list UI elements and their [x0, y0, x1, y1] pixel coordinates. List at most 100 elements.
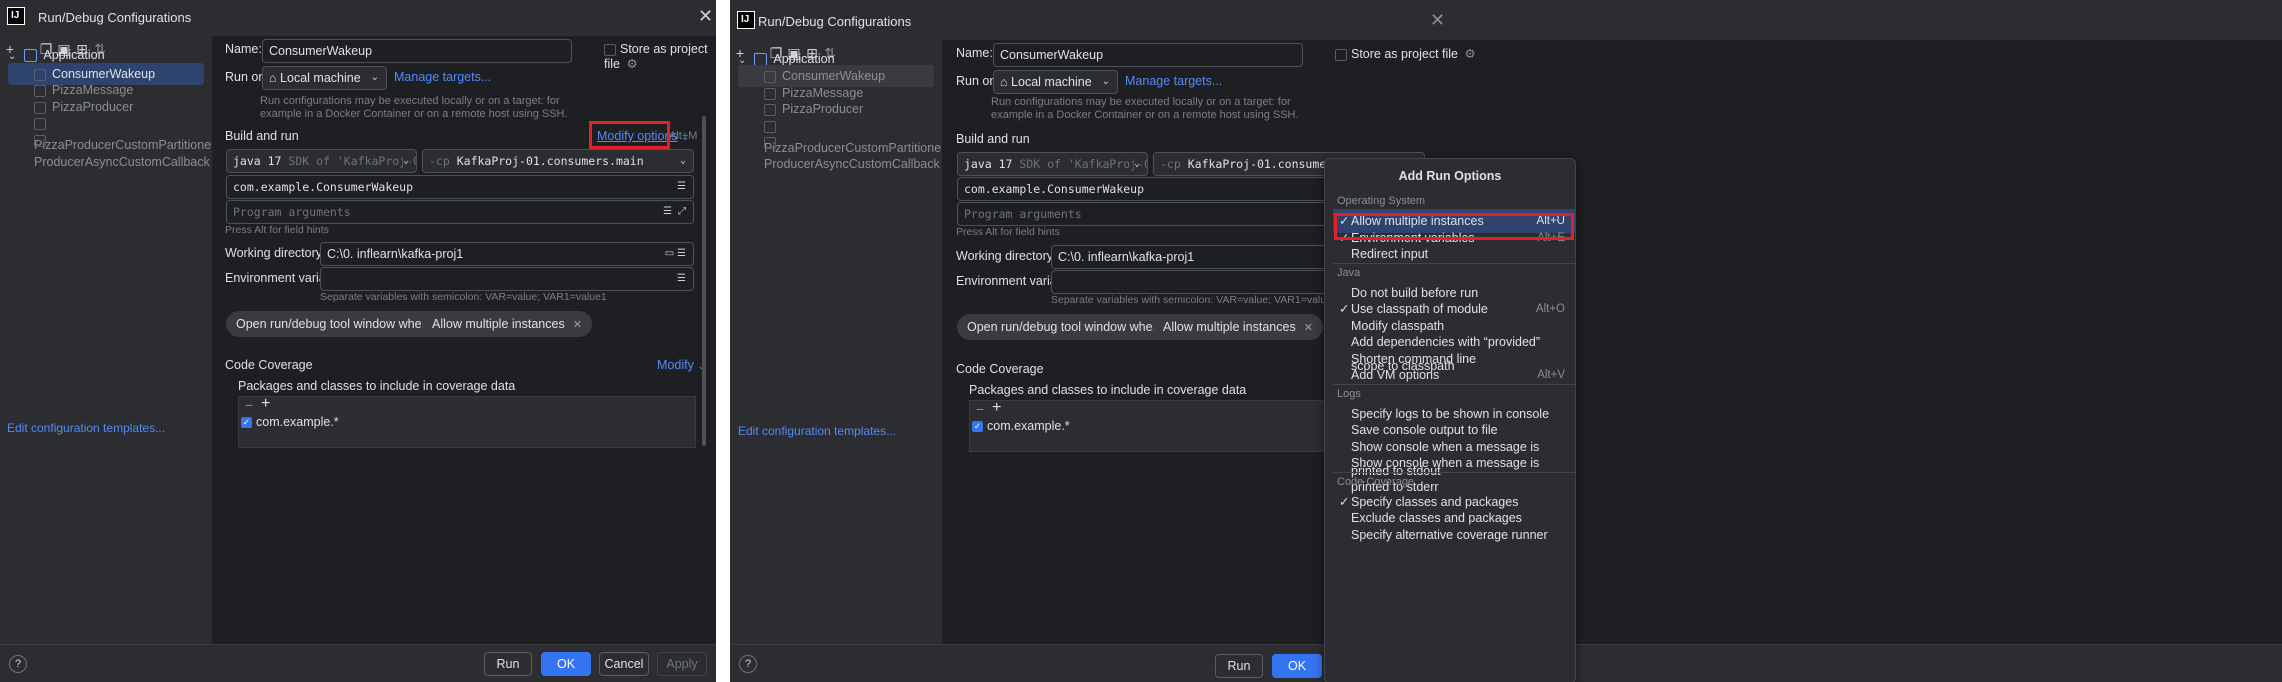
- config-form-pane: Name: ConsumerWakeup Store as project fi…: [942, 40, 2282, 644]
- home-icon: ⌂: [1000, 75, 1008, 89]
- run-button[interactable]: Run: [484, 652, 532, 676]
- config-icon: [34, 84, 46, 97]
- menu-separator: [1333, 262, 1575, 264]
- close-icon[interactable]: ✕: [1304, 322, 1313, 334]
- config-icon: [764, 70, 776, 83]
- footer-bar: ? Run OK Cancel Apply: [0, 644, 716, 682]
- checkbox-icon: [604, 43, 616, 56]
- browse-icon[interactable]: ☰: [677, 176, 686, 198]
- run-on-dropdown[interactable]: ⌂ Local machine ⌄: [993, 70, 1118, 94]
- chevron-down-icon: ⌄: [8, 51, 17, 62]
- intellij-logo-icon: IJ: [7, 7, 25, 25]
- run-on-dropdown[interactable]: ⌂ Local machine ⌄: [262, 66, 387, 90]
- store-as-project-checkbox[interactable]: Store as project file ⚙: [1335, 46, 1476, 61]
- packages-label: Packages and classes to include in cover…: [238, 379, 516, 393]
- close-icon[interactable]: ✕: [698, 6, 713, 27]
- program-arguments-field[interactable]: Program arguments ☰ ⤢: [226, 200, 694, 224]
- packages-label: Packages and classes to include in cover…: [969, 383, 1247, 397]
- build-and-run-heading: Build and run: [956, 132, 1030, 146]
- working-directory-label: Working directory:: [956, 249, 1057, 263]
- title-bar: IJ Run/Debug Configurations ✕: [0, 0, 716, 36]
- menu-item-label: Specify alternative coverage runner: [1351, 527, 1548, 542]
- close-icon[interactable]: ✕: [1430, 10, 1445, 31]
- name-field[interactable]: ConsumerWakeup: [262, 39, 572, 63]
- config-icon: [764, 136, 776, 149]
- chevron-down-icon: ⌄: [1133, 153, 1140, 175]
- code-coverage-heading: Code Coverage: [225, 358, 313, 372]
- home-icon: ⌂: [269, 71, 277, 85]
- classpath-dropdown[interactable]: -cp KafkaProj-01.consumers.main ⌄: [422, 149, 694, 173]
- checkbox-checked-icon[interactable]: ✓: [241, 417, 252, 429]
- modify-link[interactable]: Modify ⌄: [657, 358, 706, 372]
- run-button[interactable]: Run: [1215, 654, 1263, 678]
- chevron-down-icon: ⌄: [1101, 76, 1110, 87]
- gear-icon: ⚙: [1464, 47, 1476, 61]
- expand-icon[interactable]: ☰ ⤢: [663, 201, 686, 223]
- remove-icon[interactable]: −: [976, 401, 984, 417]
- dialog-title: Run/Debug Configurations: [758, 14, 912, 29]
- jdk-dropdown[interactable]: java 17 SDK of 'KafkaProj-01.consume ⌄: [957, 152, 1148, 176]
- add-icon[interactable]: +: [261, 395, 270, 413]
- manage-targets-link[interactable]: Manage targets...: [394, 70, 491, 84]
- field-hint: Press Alt for field hints: [956, 226, 1060, 238]
- coverage-list: − + ✓ com.example.*: [238, 395, 696, 448]
- help-button[interactable]: ?: [9, 655, 27, 673]
- tree-item-producerasynccustomcallback[interactable]: ProducerAsyncCustomCallback: [764, 131, 942, 171]
- store-as-project-checkbox[interactable]: Store as project file ⚙: [604, 42, 716, 71]
- menu-group-heading: Code Coverage: [1337, 475, 1415, 488]
- gear-icon: ⚙: [626, 57, 638, 71]
- close-icon[interactable]: ✕: [573, 319, 582, 331]
- add-icon[interactable]: +: [992, 399, 1001, 417]
- menu-group-heading: Operating System: [1337, 195, 1426, 207]
- folder-icon[interactable]: ▭ ☰: [665, 243, 686, 265]
- remove-icon[interactable]: −: [245, 397, 253, 413]
- browse-icon[interactable]: ☰: [677, 268, 686, 290]
- help-button[interactable]: ?: [739, 655, 757, 673]
- chevron-down-icon: ⌄: [370, 72, 379, 83]
- run-on-hint: Run configurations may be executed local…: [991, 96, 1299, 121]
- menu-item[interactable]: Specify alternative coverage runner: [1325, 523, 1575, 547]
- application-icon: [24, 49, 38, 63]
- edit-templates-link[interactable]: Edit configuration templates...: [7, 421, 165, 435]
- coverage-item[interactable]: ✓ com.example.*: [241, 415, 339, 429]
- manage-targets-link[interactable]: Manage targets...: [1125, 74, 1222, 88]
- name-label: Name:: [225, 42, 262, 56]
- tree-item-producerasynccustomcallback[interactable]: ProducerAsyncCustomCallback: [34, 129, 212, 169]
- config-form-pane: Name: ConsumerWakeup Store as project fi…: [212, 36, 716, 644]
- ok-button[interactable]: OK: [541, 652, 591, 676]
- field-hint: Press Alt for field hints: [225, 224, 329, 236]
- scrollbar[interactable]: [702, 116, 706, 446]
- menu-separator: [1333, 383, 1575, 385]
- working-directory-field[interactable]: C:\0. inflearn\kafka-proj1 ▭ ☰: [320, 242, 694, 266]
- main-class-field[interactable]: com.example.ConsumerWakeup ☰: [226, 175, 694, 199]
- chip-allow-multiple[interactable]: Allow multiple instances ✕: [422, 311, 592, 337]
- intellij-logo-icon: IJ: [737, 11, 755, 29]
- menu-group-heading: Logs: [1337, 387, 1361, 400]
- config-icon: [34, 117, 46, 130]
- coverage-item[interactable]: ✓ com.example.*: [972, 419, 1070, 433]
- checkbox-icon: [1335, 48, 1347, 61]
- chevron-down-icon: ⌄: [679, 155, 686, 166]
- build-and-run-heading: Build and run: [225, 129, 299, 143]
- environment-variables-field[interactable]: ☰: [320, 267, 694, 291]
- highlight-box: [589, 121, 670, 149]
- apply-button[interactable]: Apply: [657, 652, 707, 676]
- menu-title: Add Run Options: [1398, 169, 1502, 183]
- config-icon: [34, 134, 46, 147]
- highlight-box: [1334, 213, 1574, 240]
- menu-group-heading: Java: [1337, 266, 1361, 279]
- edit-templates-link[interactable]: Edit configuration templates...: [738, 424, 896, 438]
- env-hint: Separate variables with semicolon: VAR=v…: [1051, 294, 1338, 306]
- checkbox-checked-icon[interactable]: ✓: [972, 421, 983, 433]
- working-directory-label: Working directory:: [225, 246, 326, 260]
- ok-button[interactable]: OK: [1272, 654, 1322, 678]
- modify-options-shortcut: Alt+M: [669, 130, 698, 142]
- cancel-button[interactable]: Cancel: [599, 652, 649, 676]
- dialog-right: IJ Run/Debug Configurations ✕ + − ❐ ▣ ⊞ …: [730, 0, 2282, 682]
- chip-allow-multiple[interactable]: Allow multiple instances ✕: [1153, 314, 1323, 340]
- env-hint: Separate variables with semicolon: VAR=v…: [320, 291, 607, 303]
- title-bar: IJ Run/Debug Configurations ✕: [730, 0, 2282, 40]
- run-on-hint: Run configurations may be executed local…: [260, 95, 568, 120]
- jdk-dropdown[interactable]: java 17 SDK of 'KafkaProj-01.consume ⌄: [226, 149, 417, 173]
- name-field[interactable]: ConsumerWakeup: [993, 43, 1303, 67]
